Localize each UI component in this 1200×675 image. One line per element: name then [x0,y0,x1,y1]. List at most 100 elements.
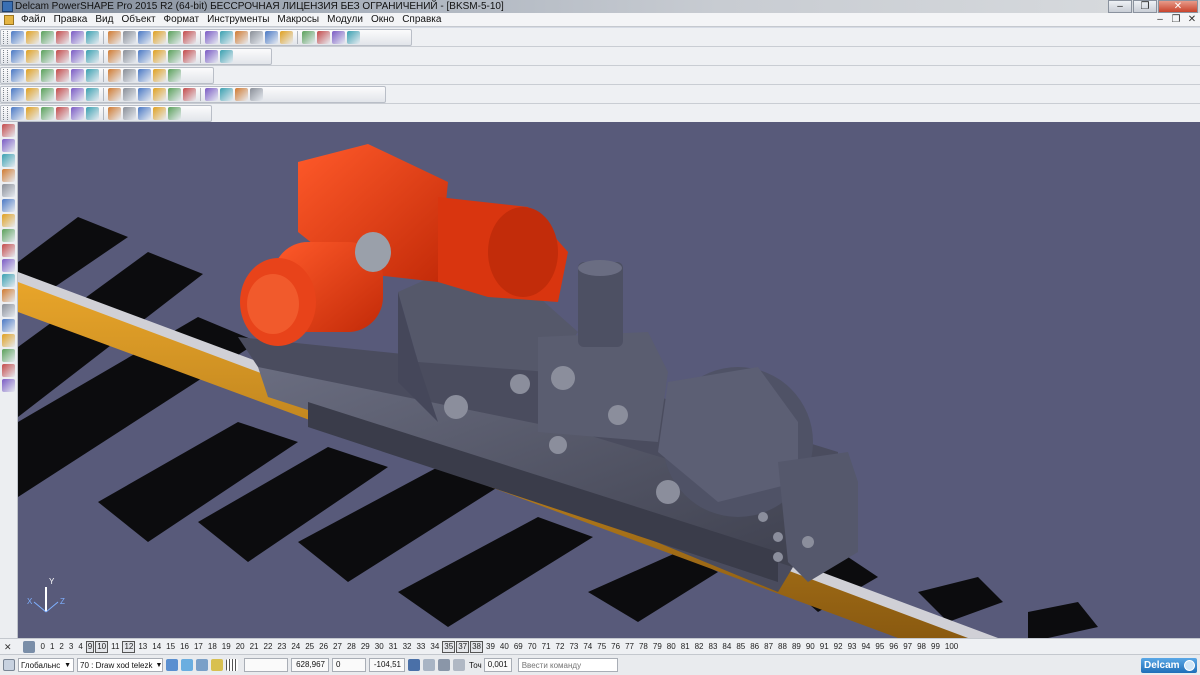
component-icon[interactable] [26,107,39,120]
app-icon[interactable] [2,1,13,12]
level-button-37[interactable]: 37 [456,640,470,653]
level-button-29[interactable]: 29 [359,642,372,652]
electrode-icon[interactable] [2,259,15,272]
select-icon[interactable] [205,31,218,44]
snap-icon[interactable] [166,659,178,671]
level-button-87[interactable]: 87 [762,642,775,652]
level-button-89[interactable]: 89 [790,642,803,652]
tools-icon[interactable] [347,31,360,44]
level-button-78[interactable]: 78 [637,642,650,652]
level-button-10[interactable]: 10 [95,640,109,653]
level-button-81[interactable]: 81 [679,642,692,652]
level-button-71[interactable]: 71 [540,642,553,652]
level-button-91[interactable]: 91 [818,642,831,652]
doc-minimize-button[interactable]: – [1152,14,1168,25]
model-view[interactable]: Y X Z [18,122,1200,638]
curve-icon[interactable] [250,31,263,44]
grid-icon[interactable] [226,659,238,671]
menu-file[interactable]: Файл [17,13,50,27]
level-button-76[interactable]: 76 [609,642,622,652]
level-button-24[interactable]: 24 [289,642,302,652]
select-arrow-icon[interactable] [2,124,15,137]
menu-window[interactable]: Окно [367,13,398,27]
level-button-21[interactable]: 21 [248,642,261,652]
cone-icon[interactable] [71,69,84,82]
print-icon[interactable] [71,31,84,44]
level-button-69[interactable]: 69 [512,642,525,652]
wireframe-icon[interactable] [183,50,196,63]
analysis-icon[interactable] [235,88,248,101]
paste-icon[interactable] [138,31,151,44]
level-button-85[interactable]: 85 [734,642,747,652]
print-preview-icon[interactable] [86,31,99,44]
bom-icon[interactable] [71,107,84,120]
spring-icon[interactable] [2,229,15,242]
tolerance-table-icon[interactable] [438,659,450,671]
new-file-icon[interactable] [11,31,24,44]
level-button-90[interactable]: 90 [804,642,817,652]
level-button-100[interactable]: 100 [943,642,960,652]
calculator-icon[interactable] [423,659,435,671]
level-button-83[interactable]: 83 [707,642,720,652]
trim-icon[interactable] [205,88,218,101]
analysis-icon[interactable] [2,349,15,362]
feature-icon[interactable] [138,88,151,101]
level-button-28[interactable]: 28 [345,642,358,652]
menu-view[interactable]: Вид [91,13,117,27]
dimension-icon[interactable] [280,31,293,44]
revolve-icon[interactable] [138,69,151,82]
cut-icon-2[interactable] [123,88,136,101]
zoom-fit-icon[interactable] [123,50,136,63]
box-icon[interactable] [2,199,15,212]
view-top-icon[interactable] [11,50,24,63]
menu-macros[interactable]: Макросы [273,13,323,27]
level-button-33[interactable]: 33 [414,642,427,652]
level-button-15[interactable]: 15 [164,642,177,652]
offset-icon[interactable] [220,88,233,101]
level-button-73[interactable]: 73 [567,642,580,652]
level-button-20[interactable]: 20 [234,642,247,652]
coord-y-field[interactable]: 0 [332,658,366,672]
level-button-27[interactable]: 27 [331,642,344,652]
view-side-icon[interactable] [41,50,54,63]
globe-icon[interactable] [2,364,15,377]
workplane-icon[interactable] [302,31,315,44]
menu-tools[interactable]: Инструменты [203,13,273,27]
die-icon[interactable] [2,304,15,317]
command-input[interactable] [517,658,618,672]
level-button-0[interactable]: 0 [39,642,47,652]
coord-x-field[interactable]: 628,967 [291,658,329,672]
menu-object[interactable]: Объект [117,13,159,27]
level-button-93[interactable]: 93 [846,642,859,652]
shaded-icon[interactable] [168,50,181,63]
save-icon[interactable] [41,31,54,44]
shade-icon[interactable] [317,31,330,44]
document-icon[interactable] [4,14,14,25]
tool-icon[interactable] [2,289,15,302]
level-button-82[interactable]: 82 [693,642,706,652]
render-icon[interactable] [2,379,15,392]
close-button[interactable]: ✕ [1158,0,1198,13]
check-icon[interactable] [153,107,166,120]
grid-snap-icon[interactable] [181,659,193,671]
layers-icon[interactable] [2,184,15,197]
level-button-96[interactable]: 96 [887,642,900,652]
level-button-18[interactable]: 18 [206,642,219,652]
level-button-39[interactable]: 39 [484,642,497,652]
view-iso2-icon[interactable] [71,50,84,63]
level-button-1[interactable]: 1 [48,642,56,652]
level-button-3[interactable]: 3 [67,642,75,652]
menu-modules[interactable]: Модули [323,13,367,27]
level-button-97[interactable]: 97 [901,642,914,652]
torus-icon[interactable] [86,69,99,82]
block-icon[interactable] [108,69,121,82]
history-icon[interactable] [250,88,263,101]
level-button-70[interactable]: 70 [526,642,539,652]
level-button-40[interactable]: 40 [498,642,511,652]
mold-icon[interactable] [2,274,15,287]
shade-icon[interactable] [2,334,15,347]
save-as-icon[interactable] [56,31,69,44]
solid-icon[interactable] [11,88,24,101]
level-button-79[interactable]: 79 [651,642,664,652]
arc-icon[interactable] [235,31,248,44]
